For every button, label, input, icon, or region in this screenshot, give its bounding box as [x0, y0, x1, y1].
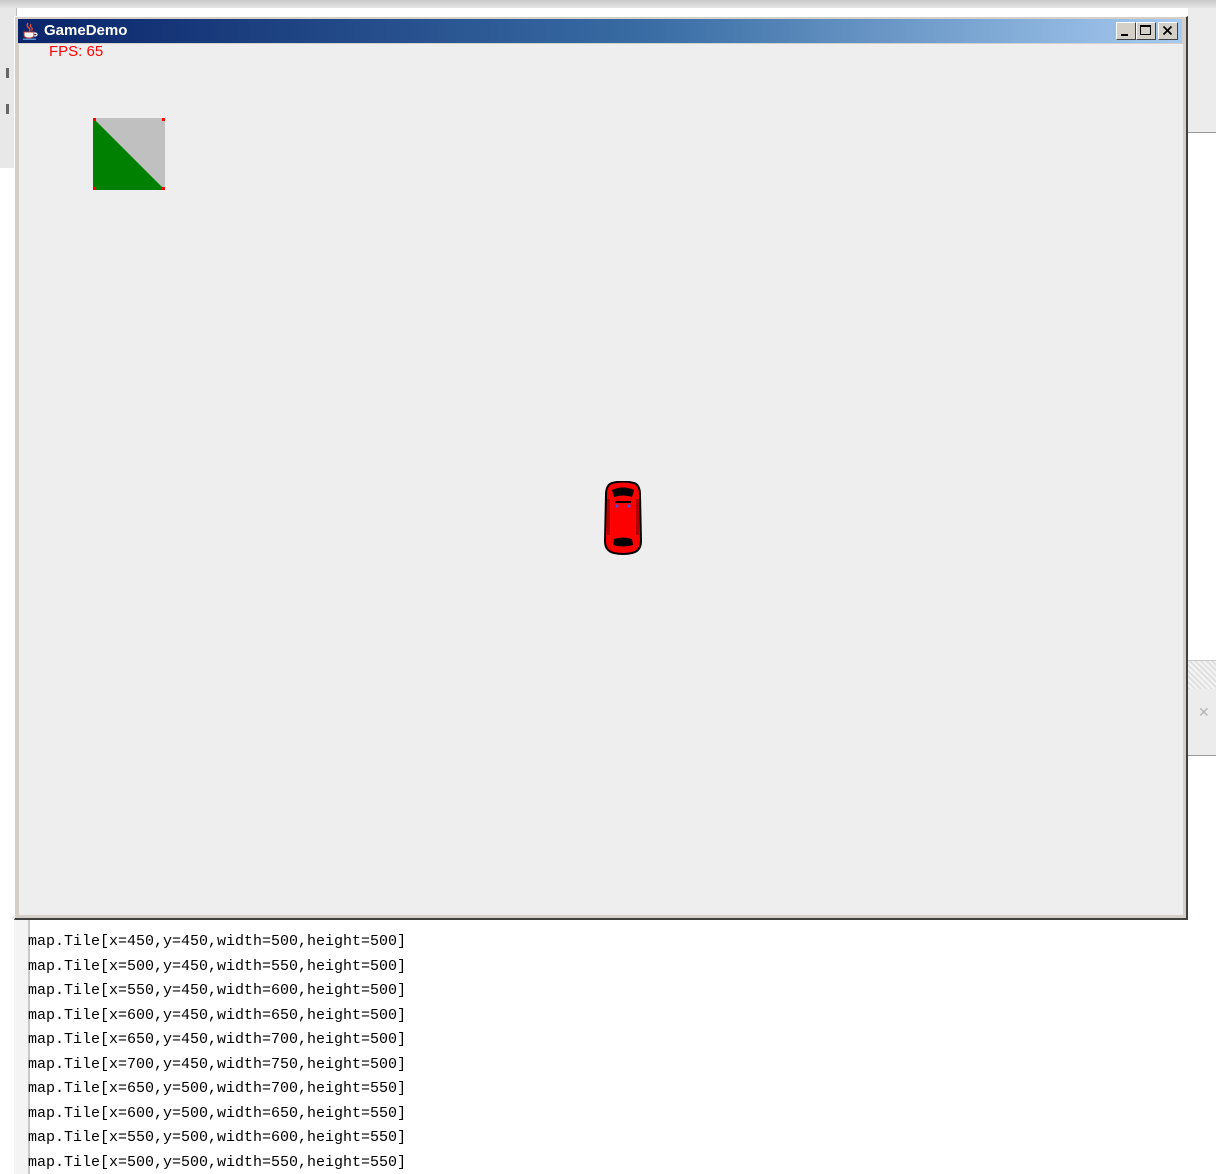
console-line: map.Tile[x=500,y=450,width=550,height=50… — [28, 957, 407, 975]
java-cup-icon[interactable] — [20, 21, 40, 41]
close-icon — [1162, 25, 1173, 36]
minimize-icon — [1121, 34, 1128, 36]
background-marker — [6, 104, 9, 114]
pin-icon[interactable]: ✕ — [1198, 705, 1210, 721]
console-line: map.Tile[x=600,y=500,width=650,height=55… — [28, 1104, 407, 1122]
console-line: map.Tile[x=650,y=500,width=700,height=55… — [28, 1080, 407, 1097]
console-line: map.Tile[x=700,y=450,width=750,height=50… — [28, 1055, 407, 1073]
desktop: ✕ map.Tile[x=450,y=450,width=500,height=… — [0, 0, 1216, 1174]
console-line: map.Tile[x=650,y=450,width=700,height=50… — [28, 1031, 407, 1048]
console-line: map.Tile[x=600,y=450,width=650,height=50… — [28, 1006, 407, 1024]
window-title: GameDemo — [44, 22, 128, 39]
background-ide-view-tab[interactable]: ✕ — [1188, 660, 1216, 756]
car-sprite — [603, 481, 643, 555]
background-marker — [6, 68, 9, 78]
background-ide-right-panel — [1188, 8, 1216, 133]
minimize-button[interactable] — [1116, 22, 1136, 40]
console-lines: map.Tile[x=450,y=450,width=500,height=50… — [28, 930, 406, 1174]
close-button[interactable] — [1158, 22, 1178, 40]
maximize-button[interactable] — [1136, 22, 1156, 40]
game-canvas[interactable]: FPS: 65 — [19, 44, 1183, 915]
game-window[interactable]: GameDemo FPS: 65 — [14, 16, 1188, 920]
map-tile — [93, 118, 165, 190]
console-line: map.Tile[x=550,y=500,width=600,height=55… — [28, 1129, 407, 1146]
panel-hatch — [1188, 661, 1216, 689]
fps-counter: FPS: 65 — [49, 44, 104, 60]
title-bar[interactable]: GameDemo — [18, 19, 1182, 43]
console-output[interactable]: map.Tile[x=450,y=450,width=500,height=50… — [14, 918, 1216, 1174]
console-line: map.Tile[x=500,y=500,width=550,height=55… — [28, 1153, 407, 1171]
background-ide-toolbar — [0, 0, 1216, 8]
console-line: map.Tile[x=550,y=450,width=600,height=50… — [28, 982, 407, 999]
maximize-icon — [1140, 25, 1151, 35]
window-controls — [1116, 22, 1178, 40]
console-line: map.Tile[x=450,y=450,width=500,height=50… — [28, 933, 407, 950]
